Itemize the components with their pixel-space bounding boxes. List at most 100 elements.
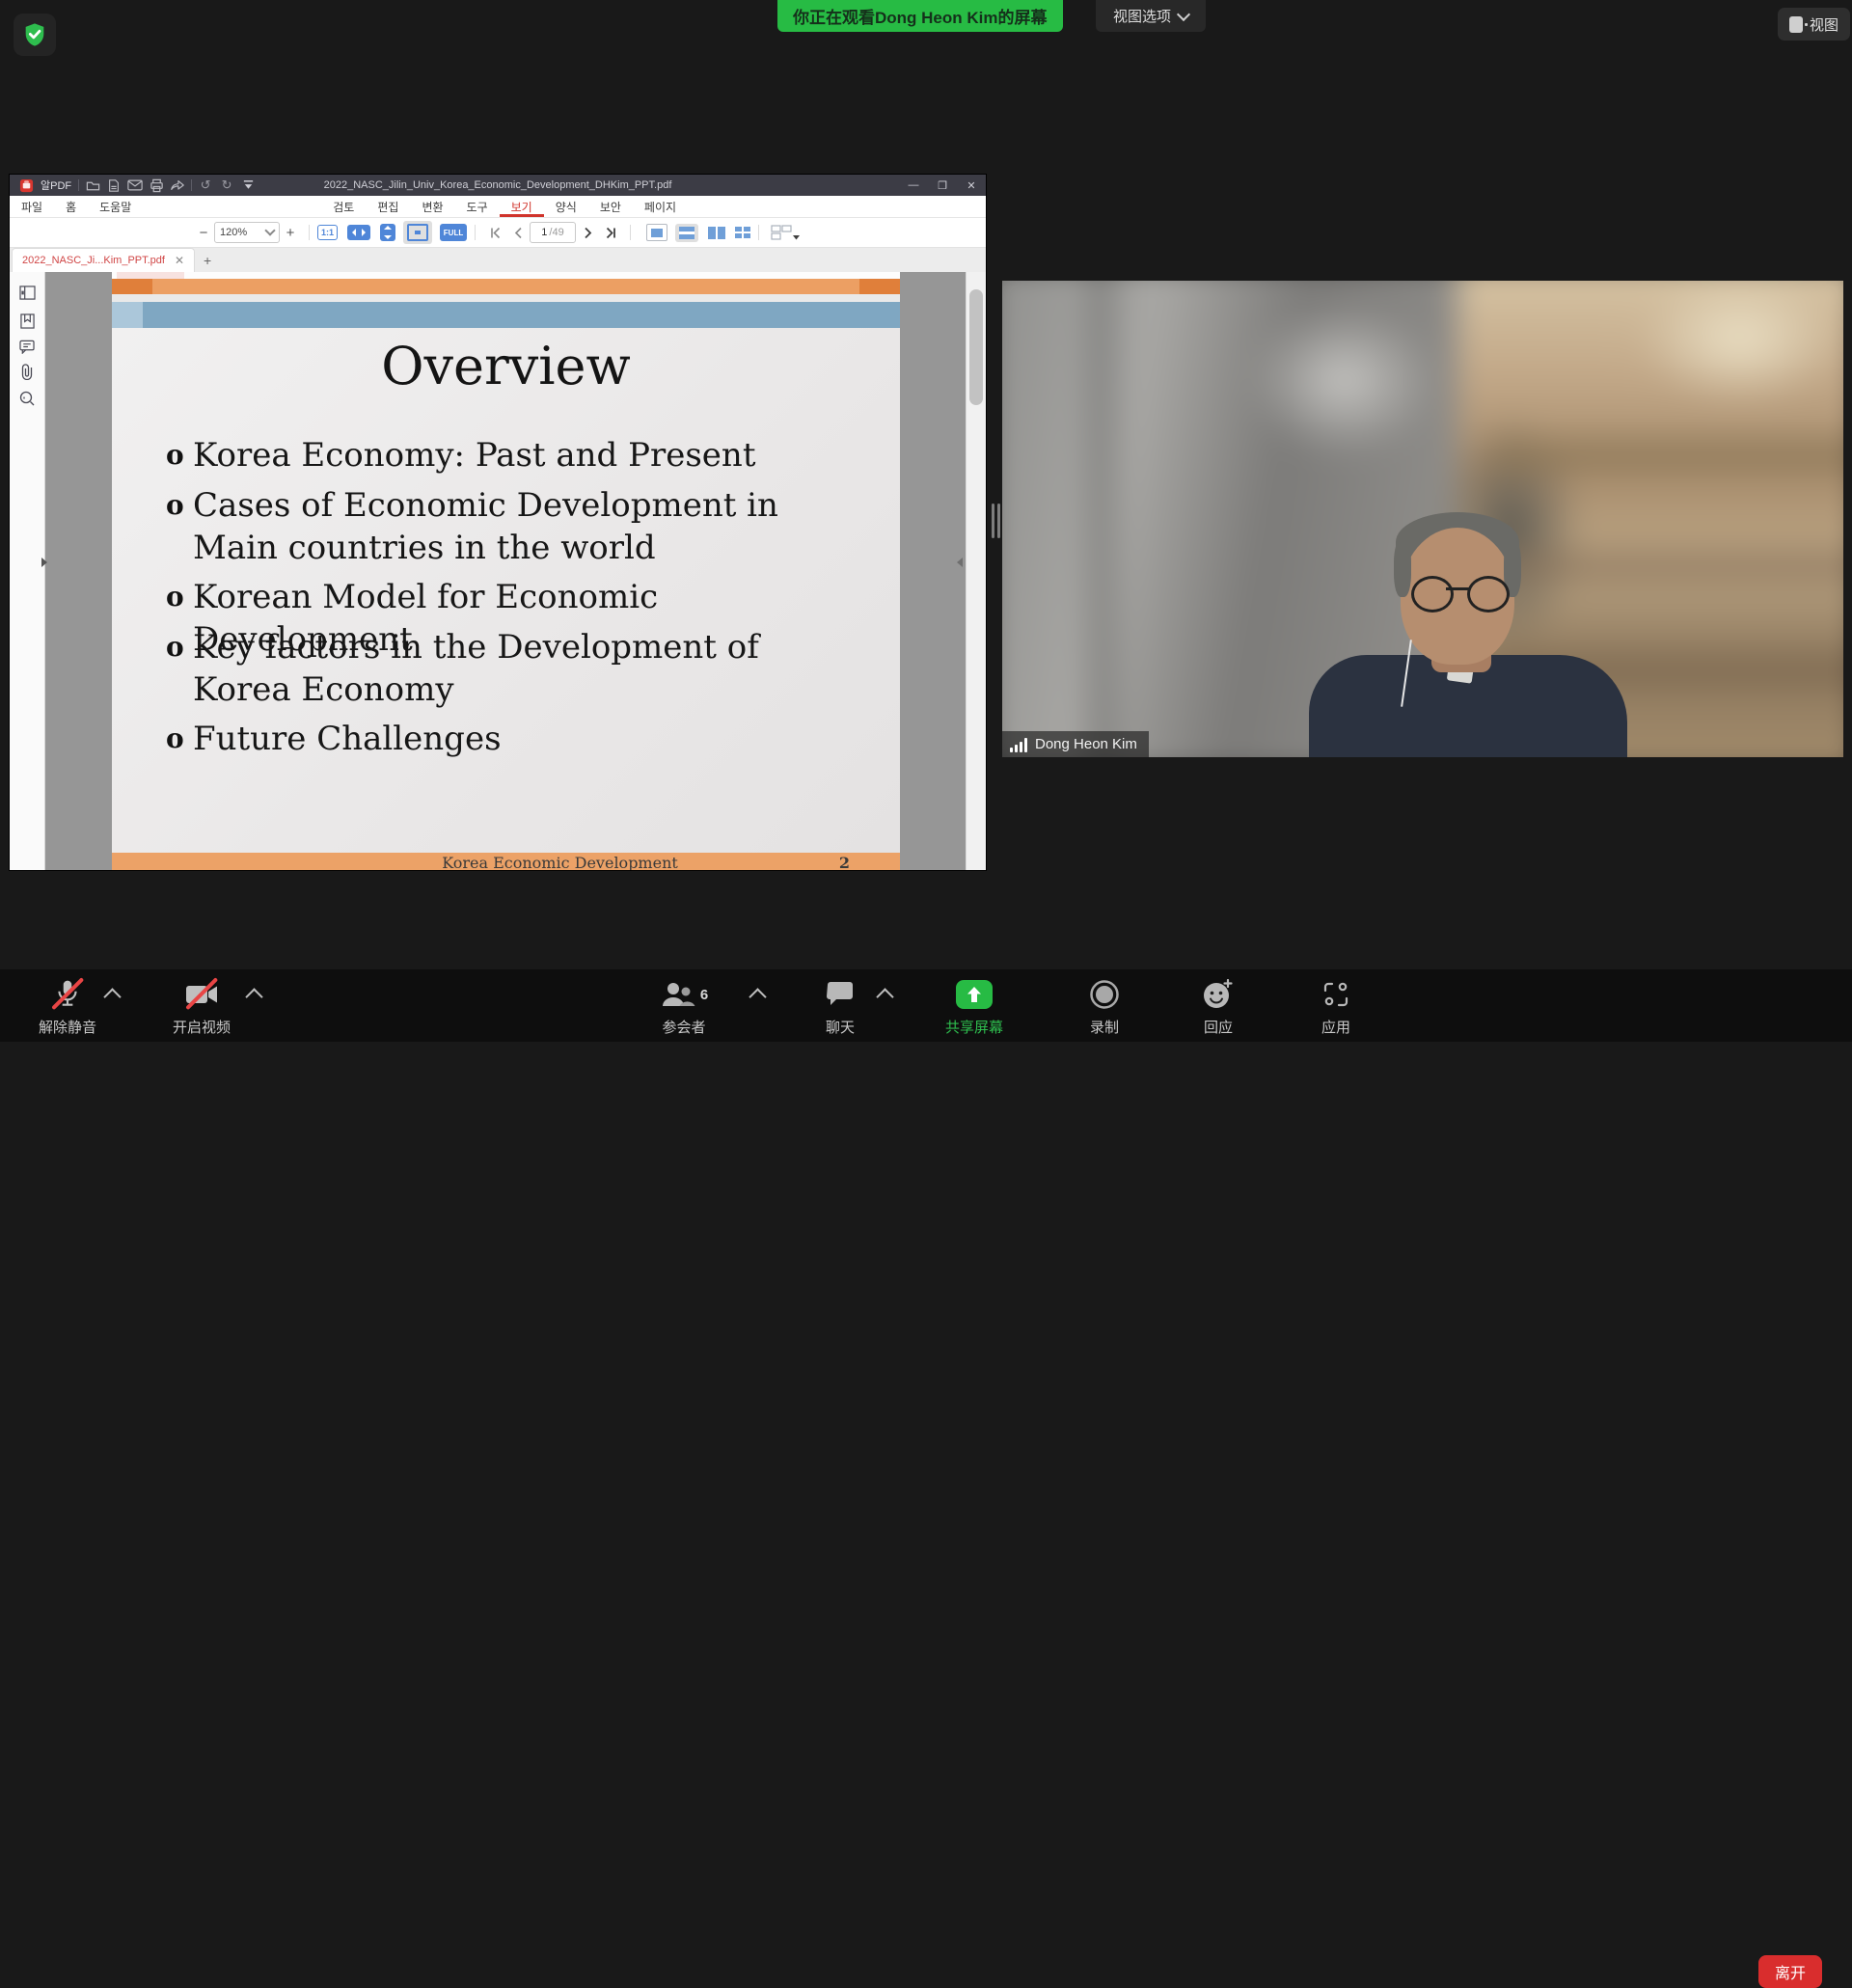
document-tab[interactable]: 2022_NASC_Ji...Kim_PPT.pdf ✕ <box>12 248 195 272</box>
previous-page-button[interactable] <box>506 227 530 239</box>
sidebar-expand-arrow[interactable] <box>41 558 47 567</box>
participants-count: 6 <box>700 987 708 1003</box>
view-options-button[interactable]: 视图选项 <box>1096 0 1206 32</box>
window-minimize-button[interactable]: — <box>899 175 928 196</box>
chat-button[interactable]: 聊天 <box>787 977 893 1037</box>
previous-slide-footer-band <box>112 279 900 294</box>
grid-view-button[interactable] <box>735 227 750 238</box>
menu-review[interactable]: 검토 <box>321 196 366 217</box>
undo-icon[interactable]: ↺ <box>195 175 216 196</box>
continuous-view-button-selected[interactable] <box>675 224 698 242</box>
menu-security[interactable]: 보안 <box>588 196 633 217</box>
menu-tools[interactable]: 도구 <box>455 196 500 217</box>
search-panel-icon[interactable] <box>18 390 36 407</box>
email-icon[interactable] <box>124 175 146 196</box>
participant-person <box>1002 281 1843 757</box>
participants-label: 参会者 <box>662 1017 705 1037</box>
share-screen-button[interactable]: 共享屏幕 <box>921 977 1027 1037</box>
unmute-button[interactable]: 解除静音 <box>14 977 121 1037</box>
bullet-item: o Future Challenges <box>166 718 830 760</box>
chevron-down-icon <box>1177 7 1190 20</box>
save-file-icon[interactable] <box>103 175 124 196</box>
participant-video-feed[interactable]: Dong Heon Kim <box>1002 281 1843 757</box>
last-page-button[interactable] <box>599 227 622 239</box>
bookmarks-panel-icon[interactable] <box>18 313 36 330</box>
record-button[interactable]: 录制 <box>1051 977 1158 1037</box>
add-tab-button[interactable]: + <box>195 249 220 272</box>
chevron-down-icon <box>264 225 275 235</box>
share-screen-icon <box>956 980 993 1009</box>
reactions-smiley-icon <box>1202 977 1235 1012</box>
full-screen-button[interactable]: FULL <box>440 224 467 241</box>
participants-button[interactable]: 6 参会者 <box>631 977 737 1037</box>
bullet-text: Korea Economy: Past and Present <box>193 434 830 477</box>
watching-banner-text: 你正在观看Dong Heon Kim的屏幕 <box>793 4 1048 28</box>
slide-page: Overview o Korea Economy: Past and Prese… <box>112 272 900 870</box>
comments-panel-icon[interactable] <box>18 338 36 355</box>
quick-tools-dropdown-icon[interactable] <box>237 175 259 196</box>
window-title-text: 2022_NASC_Jilin_Univ_Korea_Economic_Deve… <box>324 179 672 191</box>
view-button[interactable]: 视图 <box>1778 8 1850 41</box>
participants-options-chevron[interactable] <box>749 988 766 1005</box>
page-arrange-dropdown[interactable] <box>771 225 800 240</box>
divider <box>309 225 310 240</box>
apps-label: 应用 <box>1321 1017 1350 1037</box>
menu-forms[interactable]: 양식 <box>544 196 588 217</box>
chat-label: 聊天 <box>826 1017 855 1037</box>
start-video-button[interactable]: 开启视频 <box>149 977 255 1037</box>
bullet-text: Future Challenges <box>193 718 830 760</box>
bullet-item: o Key factors in the Development of Kore… <box>166 626 830 711</box>
camera-off-icon <box>185 977 218 1012</box>
microphone-muted-icon <box>55 977 80 1012</box>
zoom-out-button[interactable]: − <box>193 225 214 241</box>
right-panel-collapse-arrow[interactable] <box>957 558 963 567</box>
meeting-toolbar: 解除静音 开启视频 6 参会者 聊天 <box>0 969 1852 1042</box>
menu-edit[interactable]: 편집 <box>366 196 410 217</box>
document-tab-title: 2022_NASC_Ji...Kim_PPT.pdf <box>22 255 165 266</box>
first-page-button[interactable] <box>483 227 506 239</box>
bullet-icon: o <box>166 626 193 668</box>
view-options-label: 视图选项 <box>1113 6 1171 26</box>
window-maximize-button[interactable]: ❐ <box>928 175 957 196</box>
thumbnails-panel-icon[interactable] <box>18 284 36 301</box>
reactions-button[interactable]: 回应 <box>1165 977 1271 1037</box>
slide-footer-text: Korea Economic Development <box>166 853 954 870</box>
divider <box>78 179 79 191</box>
undo-glyph: ↺ <box>201 177 211 193</box>
bullet-icon: o <box>166 718 193 760</box>
window-close-button[interactable]: ✕ <box>957 175 986 196</box>
menu-help[interactable]: 도움말 <box>88 196 143 217</box>
shield-check-icon <box>21 21 48 48</box>
slide-top-band <box>112 302 900 328</box>
leave-meeting-button[interactable]: 离开 <box>1758 1955 1822 1988</box>
two-page-view-button[interactable] <box>708 227 725 239</box>
pdf-titlebar[interactable]: 알PDF ↺ ↻ 2022_NASC_Jilin_Univ_Korea_Econ… <box>10 175 986 196</box>
fit-width-button[interactable] <box>347 225 370 240</box>
menu-file[interactable]: 파일 <box>10 196 54 217</box>
menu-page[interactable]: 페이지 <box>633 196 688 217</box>
redo-icon[interactable]: ↻ <box>216 175 237 196</box>
next-page-button[interactable] <box>576 227 599 239</box>
zoom-level-dropdown[interactable]: 120% <box>214 222 280 243</box>
fit-height-button[interactable] <box>380 224 395 241</box>
menu-convert[interactable]: 변환 <box>410 196 454 217</box>
tab-close-icon[interactable]: ✕ <box>175 254 184 267</box>
menu-view-active[interactable]: 보기 <box>500 196 544 217</box>
single-page-view-button[interactable] <box>646 224 667 241</box>
page-number-input[interactable]: 1 /49 <box>530 222 576 243</box>
bullet-item: o Korea Economy: Past and Present <box>166 434 830 477</box>
attachments-panel-icon[interactable] <box>18 363 36 380</box>
share-icon[interactable] <box>167 175 188 196</box>
open-folder-icon[interactable] <box>82 175 103 196</box>
split-drag-handle[interactable] <box>990 502 1001 540</box>
scrollbar-thumb[interactable] <box>969 289 983 405</box>
security-shield-badge[interactable] <box>14 14 56 56</box>
record-label: 录制 <box>1090 1017 1119 1037</box>
menu-home[interactable]: 홈 <box>54 196 88 217</box>
vertical-scrollbar[interactable] <box>966 272 986 870</box>
print-icon[interactable] <box>146 175 167 196</box>
actual-size-button[interactable]: 1:1 <box>317 225 338 240</box>
zoom-in-button[interactable]: + <box>280 225 301 241</box>
fit-page-button-selected[interactable] <box>403 221 432 244</box>
apps-button[interactable]: 应用 <box>1283 977 1389 1037</box>
